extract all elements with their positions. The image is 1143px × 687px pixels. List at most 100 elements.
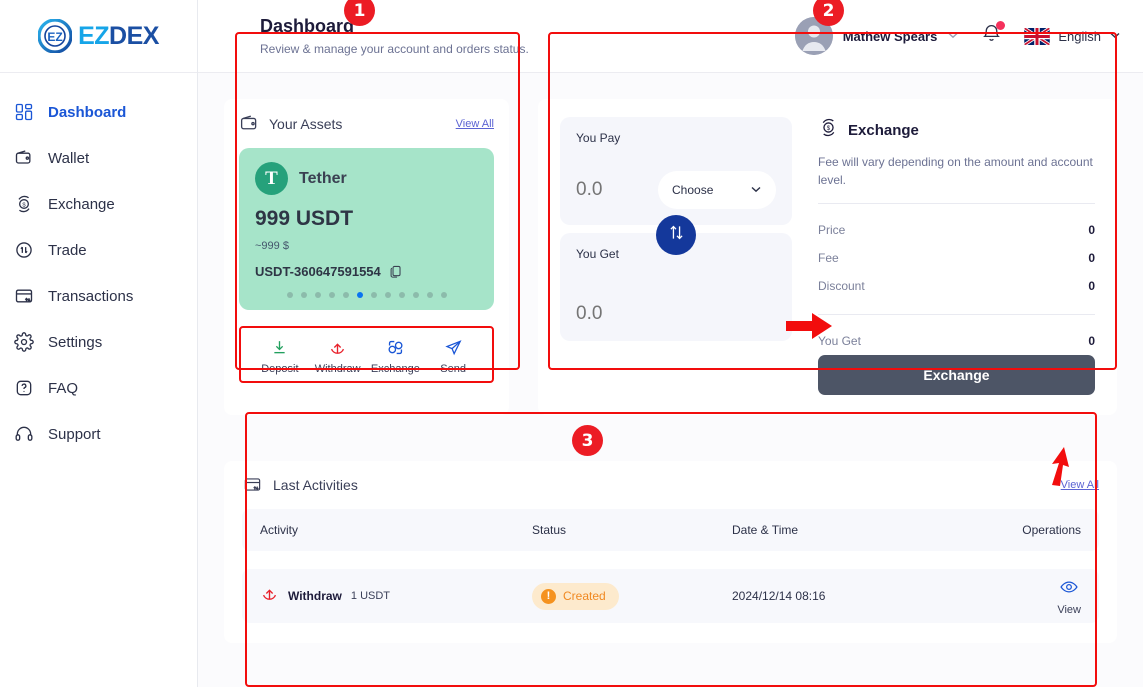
sidebar-item-faq[interactable]: FAQ: [0, 365, 197, 411]
sidebar: EZ EZDEX Dashboard Wallet $ Exchange Tra…: [0, 0, 198, 687]
table-header-row: Activity Status Date & Time Operations: [242, 509, 1099, 551]
asset-actions: Deposit Withdraw Exchange Send: [239, 326, 494, 383]
assets-card-header: Your Assets View All: [239, 113, 494, 135]
carousel-dot[interactable]: [384, 292, 391, 298]
carousel-dot[interactable]: [300, 292, 307, 298]
sidebar-item-transactions[interactable]: Transactions: [0, 273, 197, 319]
asset-carousel-dots[interactable]: [255, 292, 478, 298]
fee-key: Discount: [818, 279, 865, 293]
sidebar-item-support[interactable]: Support: [0, 411, 197, 457]
sidebar-item-label: FAQ: [48, 379, 79, 397]
deposit-button[interactable]: Deposit: [251, 336, 309, 375]
topbar: Dashboard Review & manage your account a…: [198, 0, 1143, 73]
fee-row-price: Price 0: [818, 216, 1095, 244]
activity-amount: 1 USDT: [350, 590, 391, 602]
exchange-title: Exchange: [848, 121, 919, 139]
chevron-down-icon[interactable]: [947, 29, 959, 44]
deposit-arrow-down-icon: [251, 336, 309, 358]
your-assets-card: Your Assets View All T Tether 999 USDT ~…: [224, 99, 509, 415]
language-selector[interactable]: English: [1024, 27, 1121, 45]
column-header-operations: Operations: [1022, 523, 1081, 537]
fee-key: Fee: [818, 251, 839, 265]
assets-view-all-link[interactable]: View All: [456, 118, 494, 130]
exchange-card: You Pay Choose: [538, 99, 1117, 415]
pay-currency-label: Choose: [672, 183, 714, 197]
gear-icon: [12, 330, 36, 354]
activities-table: Activity Status Date & Time Operations W…: [242, 509, 1099, 623]
fee-value: 0: [1088, 251, 1095, 265]
send-button[interactable]: Send: [424, 336, 482, 375]
carousel-dot[interactable]: [286, 292, 293, 298]
carousel-dot[interactable]: [398, 292, 405, 298]
exchange-description: Fee will vary depending on the amount an…: [818, 155, 1093, 187]
exchange-inputs: You Pay Choose: [560, 117, 792, 395]
activities-header: Last Activities View All: [242, 475, 1099, 495]
trade-icon: [12, 238, 36, 262]
exchange-summary: $ Exchange Fee will vary depending on th…: [818, 117, 1095, 395]
carousel-dot[interactable]: [328, 292, 335, 298]
you-pay-row: Choose: [576, 171, 776, 209]
sidebar-item-trade[interactable]: Trade: [0, 227, 197, 273]
divider: [818, 203, 1095, 204]
exchange-submit-button[interactable]: Exchange: [818, 355, 1095, 395]
carousel-dot[interactable]: [440, 292, 447, 298]
chevron-down-icon: [750, 183, 762, 198]
notifications-button[interactable]: [981, 21, 1006, 49]
carousel-dot[interactable]: [412, 292, 419, 298]
you-get-input[interactable]: [576, 303, 648, 325]
column-header-datetime: Date & Time: [732, 523, 799, 537]
exchange-icon: $: [818, 117, 839, 143]
language-label: English: [1058, 28, 1101, 44]
page-heading: Dashboard Review & manage your account a…: [260, 16, 529, 56]
cell-operations: View: [972, 577, 1081, 616]
brand-logo[interactable]: EZ EZDEX: [37, 18, 159, 54]
column-header-status: Status: [532, 523, 567, 537]
sidebar-item-label: Wallet: [48, 149, 90, 167]
carousel-dot[interactable]: [314, 292, 321, 298]
sidebar-item-label: Exchange: [48, 195, 115, 213]
carousel-dot[interactable]: [426, 292, 433, 298]
eye-icon: [1059, 577, 1079, 602]
exchange-summary-header: $ Exchange: [818, 117, 1095, 143]
user-name: Mathew Spears: [842, 28, 938, 44]
svg-text:$: $: [827, 125, 831, 132]
swap-button[interactable]: [656, 215, 696, 255]
fee-row-fee: Fee 0: [818, 244, 1095, 272]
alert-icon: !: [541, 588, 556, 604]
you-pay-input[interactable]: [576, 179, 648, 201]
bell-icon: [981, 25, 1002, 48]
sidebar-item-wallet[interactable]: Wallet: [0, 135, 197, 181]
fee-row-you-get: You Get 0: [818, 327, 1095, 355]
column-header-activity: Activity: [260, 523, 299, 537]
asset-address-row: USDT-360647591554: [255, 264, 478, 279]
pay-currency-select[interactable]: Choose: [658, 171, 776, 209]
withdraw-button[interactable]: Withdraw: [309, 336, 367, 375]
sidebar-item-settings[interactable]: Settings: [0, 319, 197, 365]
copy-icon[interactable]: [389, 264, 403, 279]
topbar-right: Mathew Spears English: [794, 17, 1121, 55]
asset-address: USDT-360647591554: [255, 264, 381, 279]
fee-key: Price: [818, 223, 846, 237]
sidebar-item-dashboard[interactable]: Dashboard: [0, 89, 197, 135]
sidebar-item-exchange[interactable]: $ Exchange: [0, 181, 197, 227]
carousel-dot-active[interactable]: [356, 292, 363, 298]
assets-card-title: Your Assets: [269, 116, 343, 132]
exchange-icon: $: [12, 192, 36, 216]
app-root: EZ EZDEX Dashboard Wallet $ Exchange Tra…: [0, 0, 1143, 687]
asset-amount: 999 USDT: [255, 207, 354, 230]
carousel-dot[interactable]: [370, 292, 377, 298]
activity-name: Withdraw: [288, 589, 342, 603]
activities-title: Last Activities: [273, 477, 358, 493]
cell-activity: Withdraw 1 USDT: [260, 584, 532, 608]
chevron-down-icon[interactable]: [1109, 29, 1121, 44]
exchange-button[interactable]: Exchange: [367, 336, 425, 375]
action-label: Send: [440, 363, 466, 375]
withdraw-arrow-up-icon: [309, 336, 367, 358]
logo-area[interactable]: EZ EZDEX: [0, 0, 197, 73]
view-button[interactable]: View: [1057, 577, 1081, 616]
table-row[interactable]: Withdraw 1 USDT ! Created 2024/12/14 08:…: [242, 569, 1099, 623]
withdraw-arrow-up-icon: [260, 584, 279, 608]
action-label: Exchange: [370, 363, 420, 375]
carousel-dot[interactable]: [342, 292, 349, 298]
asset-tile-tether[interactable]: T Tether 999 USDT ~999 $ USDT-3606475915…: [239, 148, 494, 310]
